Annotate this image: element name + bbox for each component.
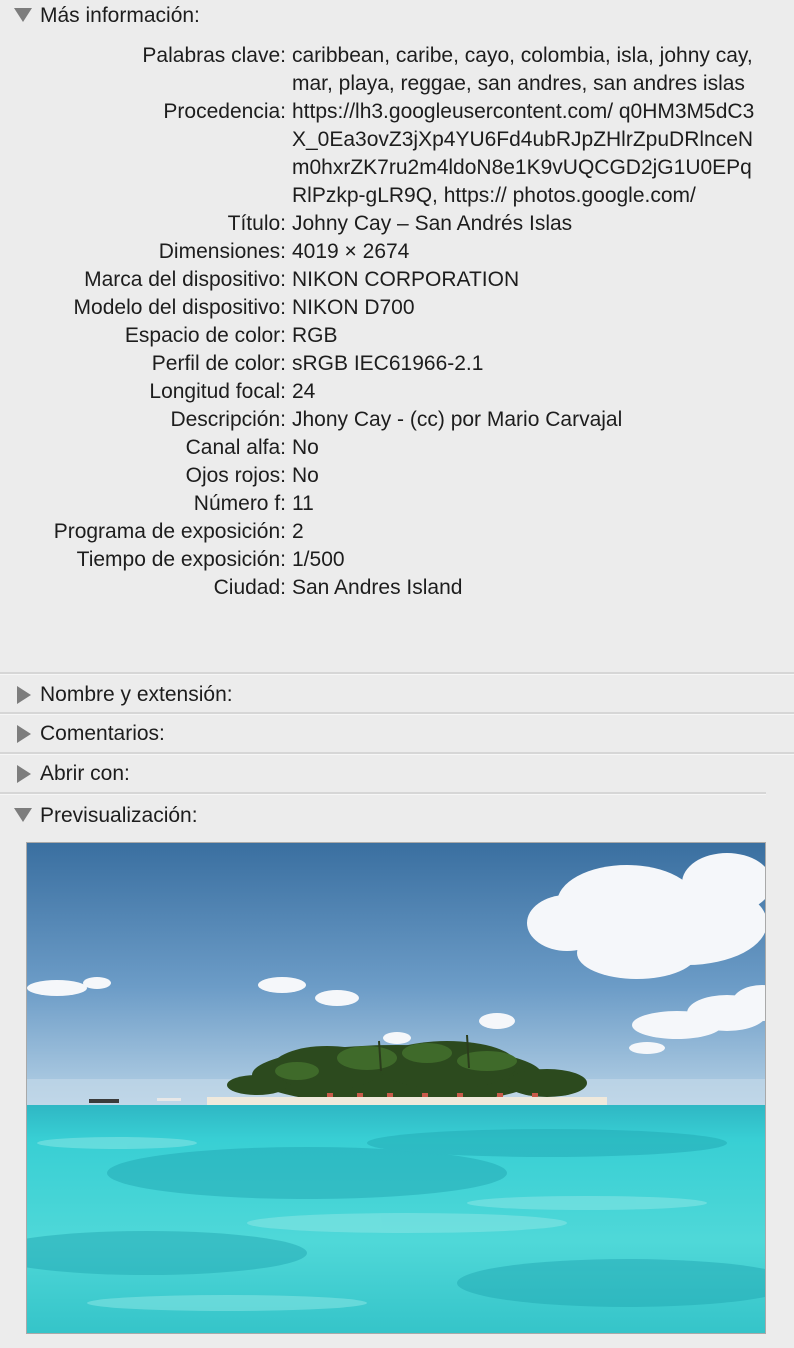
metadata-row: Longitud focal: 24 (0, 378, 794, 406)
metadata-value: 11 (292, 492, 314, 515)
metadata-value: Jhony Cay - (cc) por Mario Carvajal (292, 408, 623, 431)
metadata-value: 2 (292, 520, 304, 543)
metadata-label: Marca del dispositivo: (84, 268, 286, 291)
metadata-label: Ojos rojos: (185, 464, 286, 487)
metadata-label: Procedencia: (163, 100, 286, 123)
metadata-value: 4019 × 2674 (292, 240, 410, 263)
metadata-value: 24 (292, 380, 316, 403)
metadata-label: Modelo del dispositivo: (73, 296, 286, 319)
metadata-value: No (292, 464, 319, 487)
metadata-value: RGB (292, 324, 338, 347)
metadata-value: caribbean, caribe, cayo, colombia, isla,… (292, 44, 753, 95)
metadata-row: Ojos rojos: No (0, 462, 794, 490)
section-name-ext-header[interactable]: Nombre y extensión: (0, 677, 233, 713)
metadata-label: Longitud focal: (149, 380, 286, 403)
metadata-value: No (292, 436, 319, 459)
section-preview-label: Previsualización: (40, 804, 198, 827)
metadata-label: Palabras clave: (142, 44, 286, 67)
section-comments-label: Comentarios: (40, 722, 165, 745)
section-name-ext-label: Nombre y extensión: (40, 683, 233, 706)
metadata-label: Número f: (193, 492, 286, 515)
disclosure-triangle-down-icon[interactable] (0, 798, 40, 834)
metadata-row: Espacio de color: RGB (0, 322, 794, 350)
metadata-value: https://lh3.googleusercontent.com/ q0HM3… (292, 100, 755, 207)
metadata-row: Perfil de color: sRGB IEC61966-2.1 (0, 350, 794, 378)
metadata-label: Título: (227, 212, 286, 235)
metadata-row: Descripción: Jhony Cay - (cc) por Mario … (0, 406, 794, 434)
section-divider (0, 752, 794, 755)
disclosure-triangle-right-icon[interactable] (0, 756, 40, 792)
section-divider (0, 792, 766, 795)
metadata-value: NIKON CORPORATION (292, 268, 520, 291)
metadata-label: Perfil de color: (151, 352, 286, 375)
metadata-row: Número f: 11 (0, 490, 794, 518)
metadata-row: Procedencia: https://lh3.googleuserconte… (0, 98, 794, 210)
section-preview-header[interactable]: Previsualización: (0, 798, 198, 834)
metadata-value: NIKON D700 (292, 296, 415, 319)
metadata-table: Palabras clave: caribbean, caribe, cayo,… (0, 42, 794, 602)
section-open-with-label: Abrir con: (40, 762, 130, 785)
metadata-row: Dimensiones: 4019 × 2674 (0, 238, 794, 266)
metadata-label: Ciudad: (213, 576, 286, 599)
preview-image (26, 842, 766, 1334)
metadata-value: sRGB IEC61966-2.1 (292, 352, 484, 375)
metadata-row: Palabras clave: caribbean, caribe, cayo,… (0, 42, 794, 98)
section-divider (0, 712, 794, 715)
section-more-info-header[interactable]: Más información: (0, 0, 200, 34)
section-more-info-label: Más información: (40, 4, 200, 27)
metadata-row: Marca del dispositivo: NIKON CORPORATION (0, 266, 794, 294)
metadata-label: Dimensiones: (158, 240, 286, 263)
disclosure-triangle-right-icon[interactable] (0, 677, 40, 713)
metadata-value: 1/500 (292, 548, 345, 571)
metadata-row: Ciudad: San Andres Island (0, 574, 794, 602)
get-info-panel: Más información: Palabras clave: caribbe… (0, 0, 794, 1348)
metadata-row: Tiempo de exposición: 1/500 (0, 546, 794, 574)
section-divider (0, 672, 794, 675)
metadata-value: San Andres Island (292, 576, 463, 599)
metadata-label: Canal alfa: (185, 436, 286, 459)
metadata-label: Espacio de color: (124, 324, 286, 347)
metadata-label: Tiempo de exposición: (76, 548, 286, 571)
metadata-row: Título: Johny Cay – San Andrés Islas (0, 210, 794, 238)
metadata-label: Descripción: (170, 408, 286, 431)
disclosure-triangle-right-icon[interactable] (0, 716, 40, 752)
section-comments-header[interactable]: Comentarios: (0, 716, 165, 752)
metadata-row: Modelo del dispositivo: NIKON D700 (0, 294, 794, 322)
metadata-row: Canal alfa: No (0, 434, 794, 462)
section-open-with-header[interactable]: Abrir con: (0, 756, 130, 792)
metadata-label: Programa de exposición: (53, 520, 286, 543)
disclosure-triangle-down-icon[interactable] (0, 0, 40, 34)
metadata-value: Johny Cay – San Andrés Islas (292, 212, 573, 235)
metadata-row: Programa de exposición: 2 (0, 518, 794, 546)
